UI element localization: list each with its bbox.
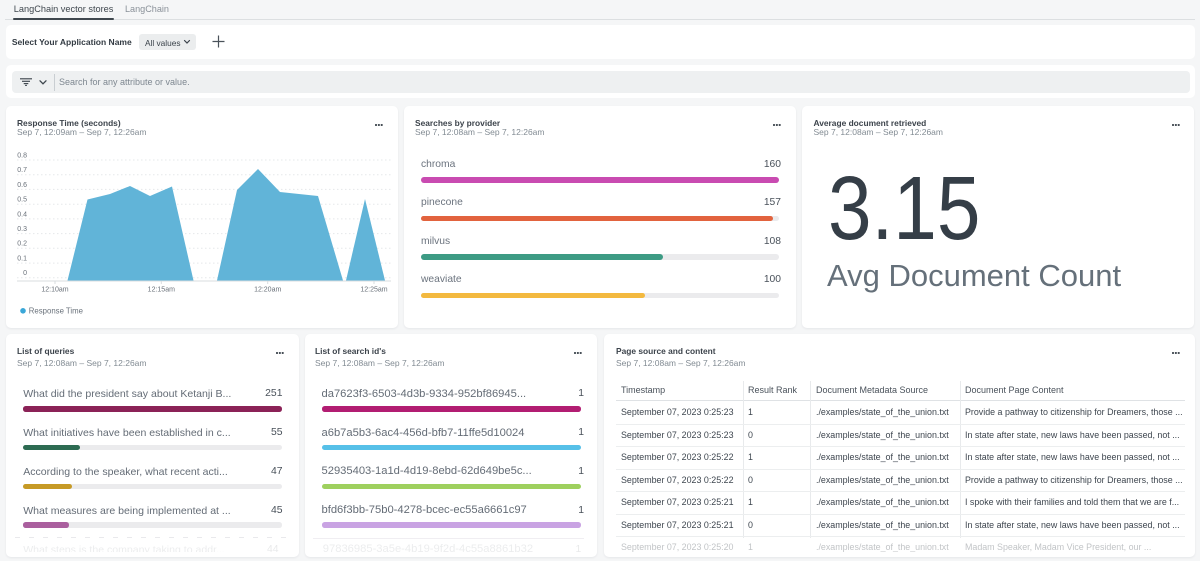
svg-text:12:15am: 12:15am [148, 287, 175, 294]
svg-text:0: 0 [23, 270, 27, 277]
svg-text:Response Time: Response Time [29, 307, 83, 316]
svg-text:0.2: 0.2 [17, 241, 27, 248]
svg-text:12:25am: 12:25am [360, 287, 387, 294]
svg-text:12:20am: 12:20am [254, 287, 281, 294]
svg-text:0.7: 0.7 [17, 167, 27, 174]
svg-text:12:10am: 12:10am [41, 287, 68, 294]
svg-text:0.6: 0.6 [17, 182, 27, 189]
svg-text:0.4: 0.4 [17, 211, 27, 218]
svg-text:0.1: 0.1 [17, 256, 27, 263]
svg-text:0.3: 0.3 [17, 226, 27, 233]
svg-text:0.5: 0.5 [17, 197, 27, 204]
svg-text:0.8: 0.8 [17, 152, 27, 159]
